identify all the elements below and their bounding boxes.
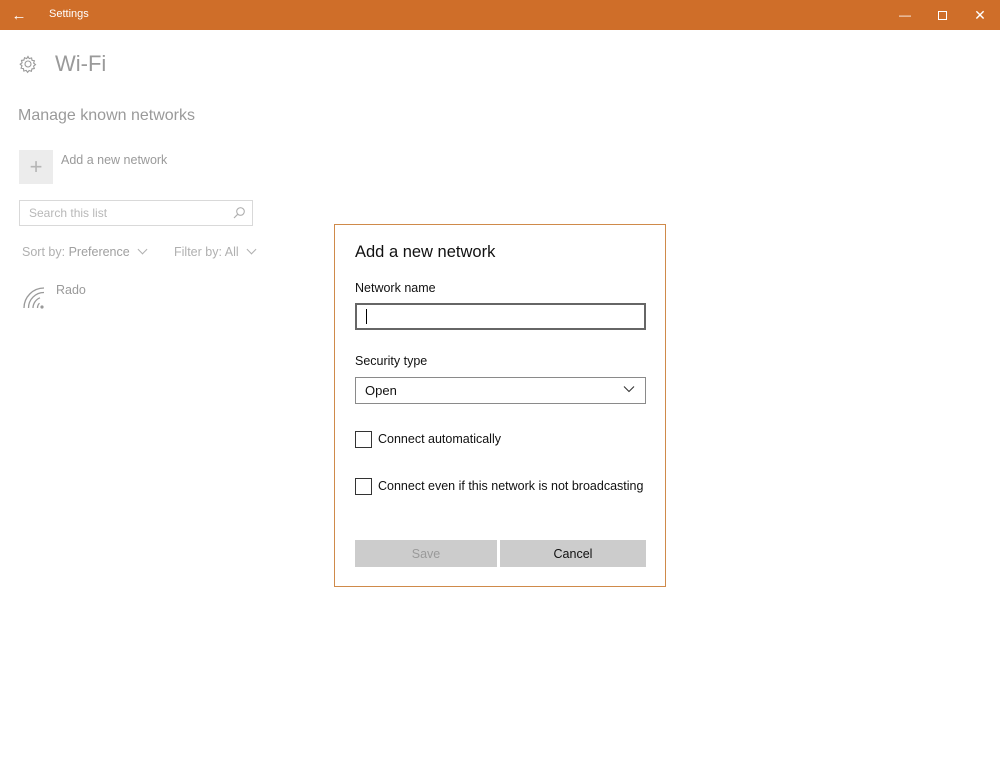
filter-prefix: Filter by:: [174, 245, 222, 259]
security-type-value: Open: [365, 383, 397, 398]
connect-automatically-label[interactable]: Connect automatically: [378, 432, 501, 446]
gear-icon: [19, 55, 37, 74]
plus-icon: +: [29, 154, 43, 179]
page-title: Wi-Fi: [55, 51, 107, 76]
network-name-label: Network name: [355, 281, 436, 295]
add-network-dialog: Add a new network Network name Security …: [334, 224, 666, 587]
sort-dropdown[interactable]: Sort by: Preference: [22, 244, 148, 259]
add-network-button[interactable]: +: [19, 150, 53, 184]
search-placeholder: Search this list: [29, 206, 108, 220]
title-bar: ← Settings — ✕: [0, 0, 1000, 30]
chevron-down-icon: [623, 386, 635, 393]
text-caret: [366, 309, 367, 324]
close-icon: ✕: [974, 6, 986, 23]
security-type-label: Security type: [355, 354, 428, 368]
window-title: Settings: [49, 8, 89, 20]
dialog-title: Add a new network: [355, 243, 496, 261]
add-network-label[interactable]: Add a new network: [61, 153, 167, 167]
chevron-down-icon: [137, 244, 148, 255]
sort-prefix: Sort by:: [22, 245, 66, 259]
maximize-icon: [937, 10, 947, 20]
filter-dropdown[interactable]: Filter by: All: [174, 244, 257, 259]
filter-value: All: [224, 245, 239, 259]
section-title: Manage known networks: [18, 107, 195, 124]
connect-automatically-checkbox[interactable]: [355, 431, 372, 448]
sort-value: Preference: [68, 245, 130, 259]
back-arrow-icon: ←: [11, 6, 27, 24]
connect-hidden-label[interactable]: Connect even if this network is not broa…: [378, 479, 643, 493]
wifi-signal-icon: [23, 287, 45, 309]
cancel-button[interactable]: Cancel: [500, 540, 646, 567]
search-list-input[interactable]: Search this list: [19, 200, 253, 226]
minimize-icon: —: [899, 8, 911, 22]
known-network-item[interactable]: Rado: [56, 283, 86, 297]
close-button[interactable]: ✕: [962, 0, 998, 30]
back-button[interactable]: ←: [0, 0, 38, 30]
search-icon: [233, 207, 245, 219]
chevron-down-icon: [246, 244, 257, 255]
connect-hidden-checkbox[interactable]: [355, 478, 372, 495]
minimize-button[interactable]: —: [887, 0, 923, 30]
save-button[interactable]: Save: [355, 540, 497, 567]
security-type-select[interactable]: Open: [355, 377, 646, 404]
network-name-input[interactable]: [355, 303, 646, 330]
maximize-button[interactable]: [924, 0, 960, 30]
